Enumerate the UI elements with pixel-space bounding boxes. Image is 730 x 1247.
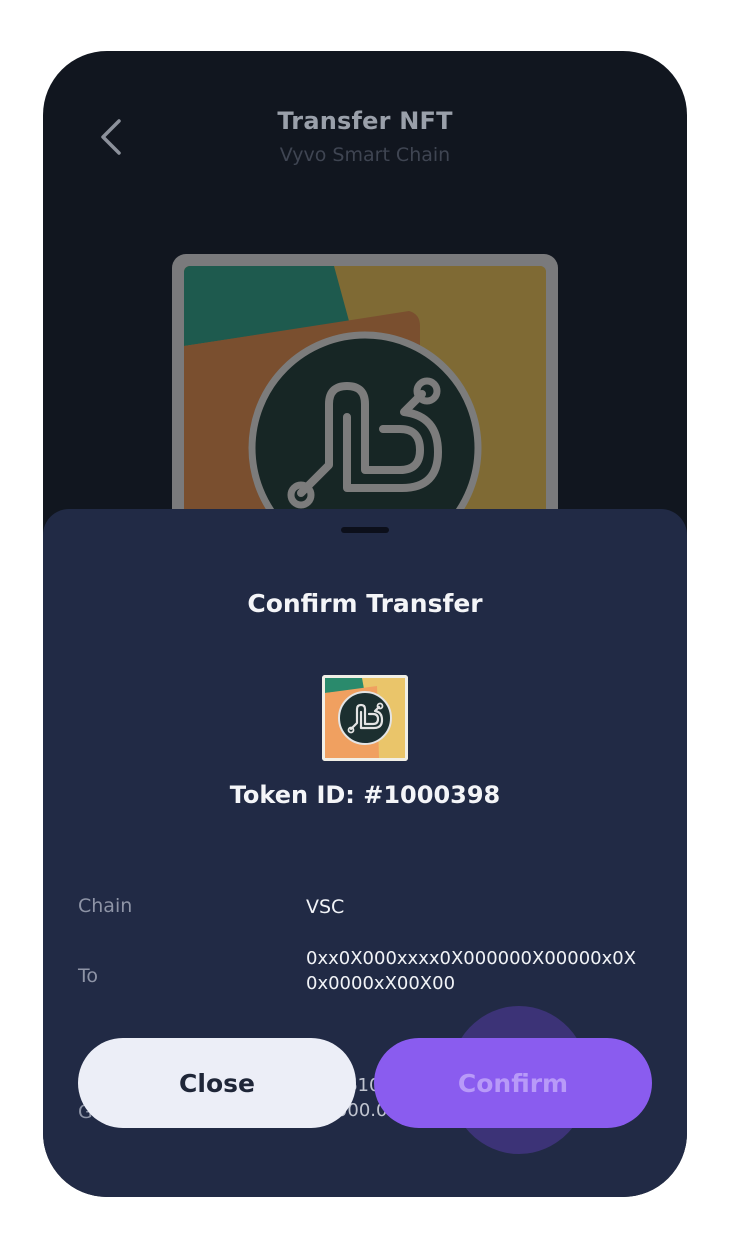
chain-label: Chain [78, 895, 133, 917]
token-id: Token ID: #1000398 [229, 781, 501, 809]
confirm-sheet: Confirm Transfer Token ID: #1000398 Chai… [43, 509, 687, 1197]
page-subtitle: Vyvo Smart Chain [279, 144, 451, 166]
phone-screen: Transfer NFT Vyvo Smart Chain Confirm Tr… [43, 51, 687, 1197]
to-value-line2: 0x0000xX00X00 [306, 973, 456, 994]
close-button[interactable]: Close [78, 1038, 356, 1128]
to-value: 0xx0X000xxxx0X000000X00000x0X 0x0000xX00… [306, 946, 656, 996]
nft-thumbnail [322, 675, 408, 761]
confirm-button[interactable]: Confirm [374, 1038, 652, 1128]
drag-handle[interactable] [341, 527, 389, 533]
sheet-title: Confirm Transfer [247, 589, 483, 618]
chain-value: VSC [306, 896, 345, 918]
to-value-line1: 0xx0X000xxxx0X000000X00000x0X [306, 948, 637, 969]
to-label: To [78, 965, 99, 987]
page-title: Transfer NFT [277, 107, 453, 135]
